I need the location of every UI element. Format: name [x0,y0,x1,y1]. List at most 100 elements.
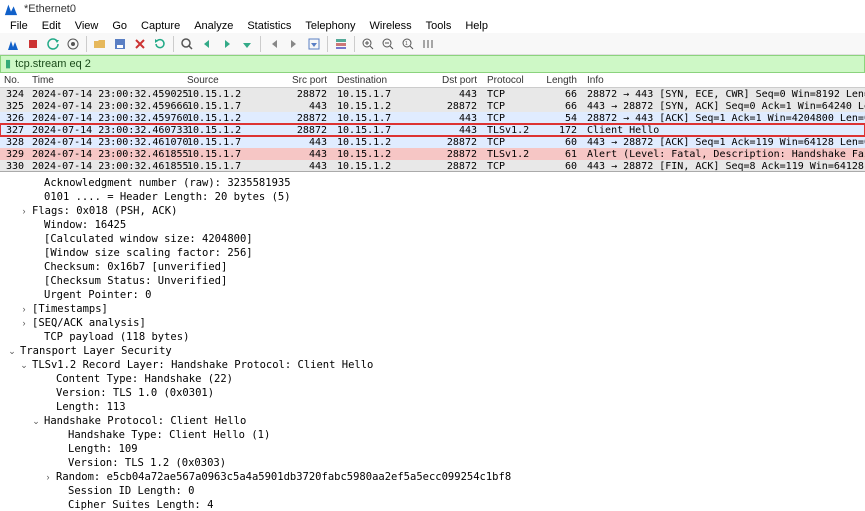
detail-label: Window: 16425 [42,218,126,232]
go-first-icon[interactable] [265,35,283,53]
toolbar: 1 [0,33,865,55]
detail-row[interactable]: [Checksum Status: Unverified] [2,274,865,288]
detail-row[interactable]: Handshake Protocol: Client Hello [2,414,865,428]
auto-scroll-icon[interactable] [305,35,323,53]
detail-label: Length: 113 [54,400,126,414]
detail-row[interactable]: [Window size scaling factor: 256] [2,246,865,260]
expand-icon[interactable] [18,205,30,217]
menu-wireless[interactable]: Wireless [364,19,418,33]
detail-row[interactable]: Acknowledgment number (raw): 3235581935 [2,176,865,190]
detail-row[interactable]: Cipher Suites Length: 4 [2,498,865,511]
detail-row[interactable]: Window: 16425 [2,218,865,232]
menu-statistics[interactable]: Statistics [241,19,297,33]
collapse-icon[interactable] [6,345,18,357]
detail-row[interactable]: Checksum: 0x16b7 [unverified] [2,260,865,274]
zoom-reset-icon[interactable]: 1 [399,35,417,53]
packet-row[interactable]: 3302024-07-14 23:00:32.46185510.15.1.744… [0,160,865,172]
menu-go[interactable]: Go [106,19,133,33]
packet-row[interactable]: 3292024-07-14 23:00:32.46185510.15.1.744… [0,148,865,160]
detail-label: Length: 109 [66,442,138,456]
resize-columns-icon[interactable] [419,35,437,53]
collapse-icon[interactable] [18,359,30,371]
cell-len: 60 [538,161,583,172]
find-icon[interactable] [178,35,196,53]
expand-icon[interactable] [18,303,30,315]
menu-tools[interactable]: Tools [420,19,458,33]
packet-row[interactable]: 3282024-07-14 23:00:32.46107010.15.1.744… [0,136,865,148]
cell-proto: TCP [483,161,538,172]
detail-row[interactable]: [SEQ/ACK analysis] [2,316,865,330]
bookmark-icon[interactable]: ▮ [5,57,11,70]
cell-proto: TCP [483,101,538,112]
cell-src: 10.15.1.7 [183,149,278,160]
col-header-source[interactable]: Source [183,75,278,86]
save-file-icon[interactable] [111,35,129,53]
cell-info: 28872 → 443 [ACK] Seq=1 Ack=1 Win=420480… [583,113,865,124]
restart-capture-icon[interactable] [44,35,62,53]
app-icon [4,2,18,16]
reload-icon[interactable] [151,35,169,53]
col-header-destination[interactable]: Destination [333,75,428,86]
packet-row[interactable]: 3252024-07-14 23:00:32.45966610.15.1.744… [0,100,865,112]
detail-row[interactable]: Urgent Pointer: 0 [2,288,865,302]
col-header-protocol[interactable]: Protocol [483,75,538,86]
close-file-icon[interactable] [131,35,149,53]
collapse-icon[interactable] [30,415,42,427]
detail-row[interactable]: [Calculated window size: 4204800] [2,232,865,246]
detail-label: Checksum: 0x16b7 [unverified] [42,260,227,274]
col-header-time[interactable]: Time [28,75,183,86]
col-header-srcport[interactable]: Src port [278,75,333,86]
packet-row[interactable]: 3262024-07-14 23:00:32.45976010.15.1.228… [0,112,865,124]
detail-row[interactable]: 0101 .... = Header Length: 20 bytes (5) [2,190,865,204]
menu-file[interactable]: File [4,19,34,33]
toolbar-separator [260,36,261,52]
detail-row[interactable]: TCP payload (118 bytes) [2,330,865,344]
cell-dstport: 28872 [428,101,483,112]
menu-help[interactable]: Help [459,19,494,33]
packet-details-pane[interactable]: Acknowledgment number (raw): 32355819350… [0,172,865,511]
detail-row[interactable]: Length: 109 [2,442,865,456]
packet-row[interactable]: 3272024-07-14 23:00:32.46073310.15.1.228… [0,124,865,136]
display-filter-input[interactable] [15,58,860,70]
capture-options-icon[interactable] [64,35,82,53]
detail-row[interactable]: Transport Layer Security [2,344,865,358]
menu-edit[interactable]: Edit [36,19,67,33]
go-back-icon[interactable] [198,35,216,53]
detail-row[interactable]: Version: TLS 1.2 (0x0303) [2,456,865,470]
zoom-in-icon[interactable] [359,35,377,53]
detail-label: Transport Layer Security [18,344,172,358]
detail-row[interactable]: TLSv1.2 Record Layer: Handshake Protocol… [2,358,865,372]
col-header-info[interactable]: Info [583,75,865,86]
menu-view[interactable]: View [69,19,105,33]
go-last-icon[interactable] [285,35,303,53]
col-header-length[interactable]: Length [538,75,583,86]
stop-capture-icon[interactable] [24,35,42,53]
detail-row[interactable]: Version: TLS 1.0 (0x0301) [2,386,865,400]
colorize-icon[interactable] [332,35,350,53]
cell-info: Alert (Level: Fatal, Description: Handsh… [583,149,865,160]
detail-row[interactable]: [Timestamps] [2,302,865,316]
col-header-no[interactable]: No. [0,75,28,86]
expand-icon[interactable] [18,317,30,329]
menu-analyze[interactable]: Analyze [188,19,239,33]
detail-row[interactable]: Random: e5cb04a72ae567a0963c5a4a5901db37… [2,470,865,484]
go-to-packet-icon[interactable] [238,35,256,53]
menu-capture[interactable]: Capture [135,19,186,33]
detail-row[interactable]: Handshake Type: Client Hello (1) [2,428,865,442]
detail-row[interactable]: Flags: 0x018 (PSH, ACK) [2,204,865,218]
packet-list-header: No. Time Source Src port Destination Dst… [0,73,865,89]
expand-icon[interactable] [42,471,54,483]
menu-bar: File Edit View Go Capture Analyze Statis… [0,18,865,33]
packet-list[interactable]: 3242024-07-14 23:00:32.45902510.15.1.228… [0,88,865,172]
start-capture-icon[interactable] [4,35,22,53]
detail-row[interactable]: Content Type: Handshake (22) [2,372,865,386]
packet-row[interactable]: 3242024-07-14 23:00:32.45902510.15.1.228… [0,88,865,100]
cell-len: 172 [538,125,583,136]
open-file-icon[interactable] [91,35,109,53]
menu-telephony[interactable]: Telephony [299,19,361,33]
zoom-out-icon[interactable] [379,35,397,53]
col-header-dstport[interactable]: Dst port [428,75,483,86]
detail-row[interactable]: Length: 113 [2,400,865,414]
go-forward-icon[interactable] [218,35,236,53]
detail-row[interactable]: Session ID Length: 0 [2,484,865,498]
